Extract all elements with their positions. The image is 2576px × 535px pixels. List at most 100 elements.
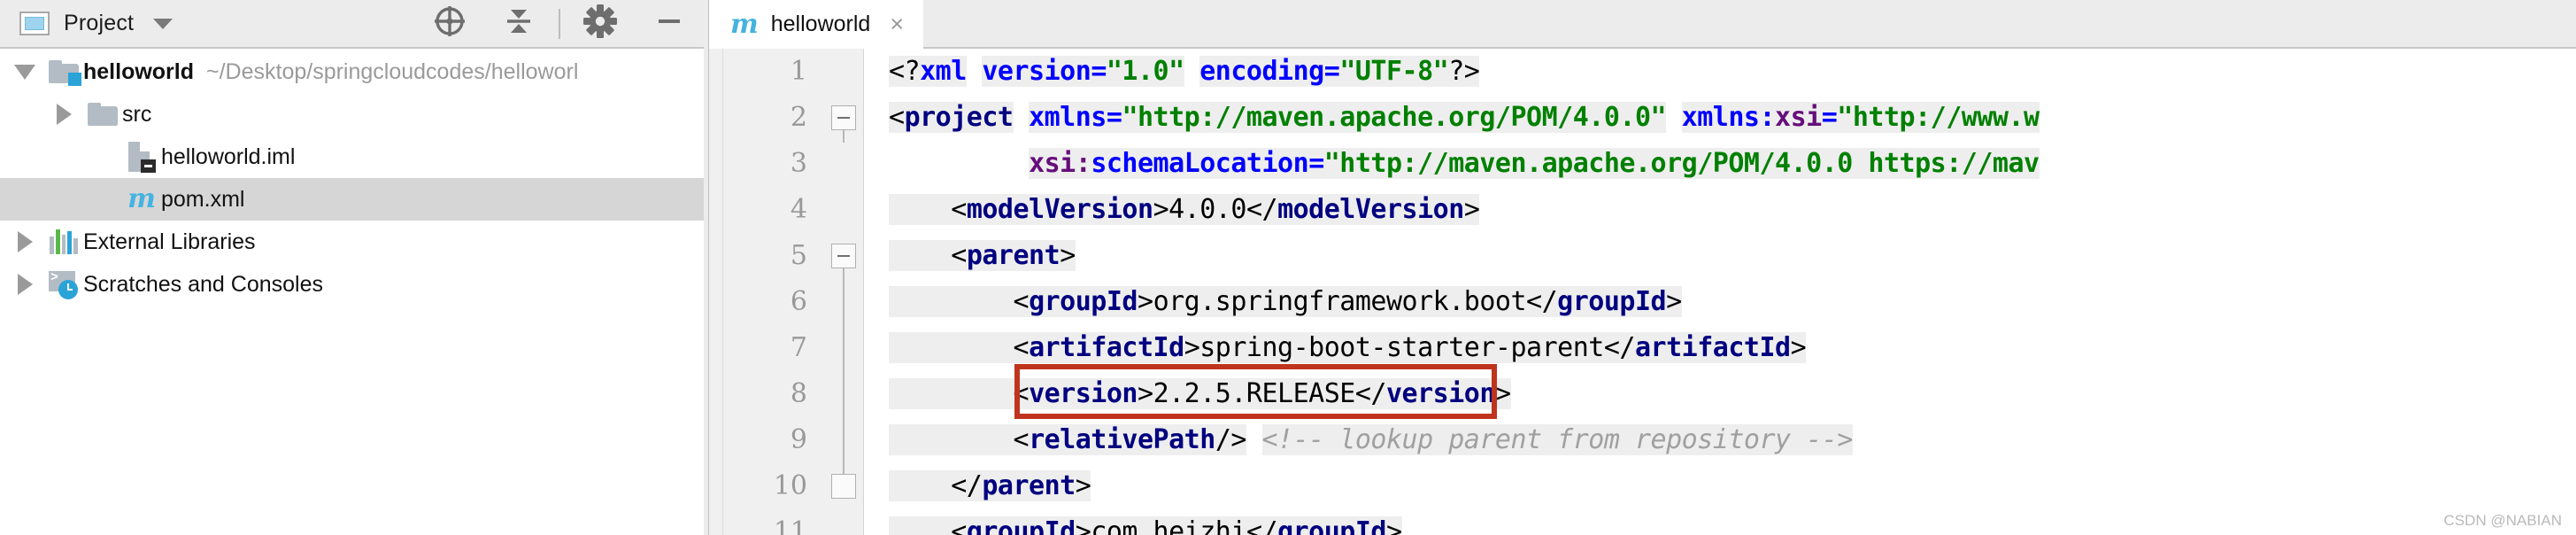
- code-token: artifactId: [1634, 332, 1791, 363]
- tree-item-external-libraries[interactable]: External Libraries: [0, 221, 704, 263]
- code-token: </: [889, 470, 983, 501]
- gutter-marker-strip: [709, 49, 723, 535]
- iml-file-icon: [122, 142, 161, 173]
- maven-m-icon: m: [127, 183, 156, 214]
- project-view-selector[interactable]: Project: [16, 8, 176, 39]
- code-line-9[interactable]: <relativePath/> <!-- lookup parent from …: [889, 417, 2576, 463]
- code-token: ?>: [1448, 56, 1480, 87]
- code-token: </: [1354, 378, 1387, 409]
- tree-item-src[interactable]: src: [0, 93, 704, 136]
- code-token: <: [889, 332, 1030, 363]
- code-token: project: [904, 102, 1014, 133]
- code-token: groupId: [966, 516, 1076, 535]
- code-line-7[interactable]: <artifactId>spring-boot-starter-parent</…: [889, 325, 2576, 371]
- code-token: "http://maven.apache.org/POM/4.0.0 https…: [1323, 148, 2040, 179]
- code-token: <: [889, 102, 905, 133]
- code-line-4[interactable]: <modelVersion>4.0.0</modelVersion>: [889, 187, 2576, 233]
- editor-area: m helloworld × 1 2 3 4 5 6 7 8 9 10 11 <?xml: [709, 0, 2576, 535]
- toolbar-separator: [559, 8, 560, 39]
- code-line-1[interactable]: <?xml version="1.0" encoding="UTF-8"?>: [889, 49, 2576, 95]
- code-token: xml: [920, 56, 967, 87]
- fold-handle-line-5[interactable]: [831, 244, 856, 268]
- code-token: >: [1494, 378, 1511, 409]
- code-token: xmlns: [1029, 102, 1107, 133]
- tree-item-scratches-and-consoles[interactable]: Scratches and Consoles: [0, 263, 704, 306]
- code-token: <: [889, 516, 967, 535]
- tree-item-pom-xml[interactable]: m pom.xml: [0, 178, 704, 221]
- fold-tail: [843, 130, 845, 143]
- code-editor[interactable]: 1 2 3 4 5 6 7 8 9 10 11 <?xml version="1.0" encodi…: [709, 49, 2576, 535]
- tree-label: pom.xml: [161, 186, 245, 212]
- expander-arrow-right-icon[interactable]: [5, 274, 44, 295]
- tree-item-helloworld[interactable]: helloworld ~/Desktop/springcloudcodes/he…: [0, 50, 704, 93]
- expander-arrow-right-icon[interactable]: [5, 231, 44, 252]
- code-line-6[interactable]: <groupId>org.springframework.boot</group…: [889, 279, 2576, 325]
- code-token: >: [1666, 286, 1682, 317]
- line-number: 3: [790, 148, 807, 179]
- code-line-11[interactable]: <groupId>com.heizhi</groupId>: [889, 509, 2576, 535]
- code-line-5[interactable]: <parent>: [889, 233, 2576, 279]
- line-number: 11: [773, 516, 807, 535]
- locate-in-tree-button[interactable]: [415, 0, 484, 48]
- expander-arrow-down-icon[interactable]: [5, 64, 44, 80]
- code-token: parent: [982, 470, 1076, 501]
- line-number: 5: [790, 240, 807, 271]
- code-token: </: [1603, 332, 1635, 363]
- chevron-down-icon[interactable]: [153, 18, 174, 29]
- code-token: version: [1029, 378, 1138, 409]
- code-token: <: [889, 424, 1030, 455]
- tree-item-helloworld-iml[interactable]: helloworld.iml: [0, 136, 704, 178]
- code-token: >: [1138, 378, 1153, 409]
- tree-label: External Libraries: [83, 229, 256, 254]
- close-icon[interactable]: ×: [890, 12, 904, 36]
- hide-panel-button[interactable]: [635, 0, 704, 48]
- code-token: groupId: [1557, 286, 1667, 317]
- code-line-2[interactable]: <project xmlns="http://maven.apache.org/…: [889, 95, 2576, 141]
- editor-tab-label: helloworld: [770, 12, 871, 36]
- tree-label: helloworld.iml: [161, 143, 296, 169]
- gear-icon: [582, 3, 619, 44]
- code-token: <: [889, 194, 967, 225]
- code-token: >: [1075, 516, 1091, 535]
- code-token: =: [1106, 102, 1122, 133]
- code-content[interactable]: <?xml version="1.0" encoding="UTF-8"?> <p…: [864, 49, 2576, 535]
- fold-end-line-10[interactable]: [831, 474, 856, 499]
- code-token: <: [889, 286, 1030, 317]
- watermark: CSDN @NABIAN: [2443, 512, 2562, 529]
- line-number: 7: [790, 332, 807, 363]
- editor-tab-bar: m helloworld ×: [709, 0, 2576, 49]
- project-tree[interactable]: helloworld ~/Desktop/springcloudcodes/he…: [0, 49, 704, 535]
- minimize-icon: [652, 4, 687, 43]
- code-token: >: [1075, 470, 1091, 501]
- module-folder-icon: [44, 60, 83, 86]
- code-line-8[interactable]: <version>2.2.5.RELEASE</version>: [889, 371, 2576, 417]
- code-token: groupId: [1029, 286, 1138, 317]
- collapse-all-icon: [501, 4, 536, 43]
- code-token: xsi:: [1029, 148, 1091, 179]
- collapse-all-button[interactable]: [484, 0, 553, 48]
- code-token: version: [982, 56, 1091, 87]
- expander-arrow-right-icon[interactable]: [44, 104, 83, 125]
- project-panel-title: Project: [64, 11, 135, 35]
- code-token: encoding: [1199, 56, 1324, 87]
- code-folding-column[interactable]: [823, 49, 864, 535]
- tree-label: Scratches and Consoles: [83, 271, 323, 297]
- code-token: modelVersion: [966, 194, 1153, 225]
- line-number-column: 1 2 3 4 5 6 7 8 9 10 11: [723, 49, 823, 535]
- editor-tab-helloworld[interactable]: m helloworld ×: [709, 0, 924, 49]
- code-token: "http://maven.apache.org/POM/4.0.0": [1122, 102, 1667, 133]
- code-line-3[interactable]: xsi:schemaLocation="http://maven.apache.…: [889, 141, 2576, 187]
- code-token: <?: [889, 56, 921, 87]
- code-token: =: [1323, 56, 1340, 87]
- code-token: com.heizhi: [1091, 516, 1246, 535]
- tree-item-path: ~/Desktop/springcloudcodes/helloworl: [206, 58, 579, 84]
- fold-handle-line-2[interactable]: [831, 105, 856, 130]
- settings-button[interactable]: [566, 0, 635, 48]
- line-number: 2: [790, 102, 807, 133]
- code-token: 4.0.0: [1168, 194, 1246, 225]
- code-token: xmlns:: [1681, 102, 1776, 133]
- line-number: 9: [790, 424, 807, 455]
- code-token: >: [1790, 332, 1807, 363]
- code-line-10[interactable]: </parent>: [889, 463, 2576, 509]
